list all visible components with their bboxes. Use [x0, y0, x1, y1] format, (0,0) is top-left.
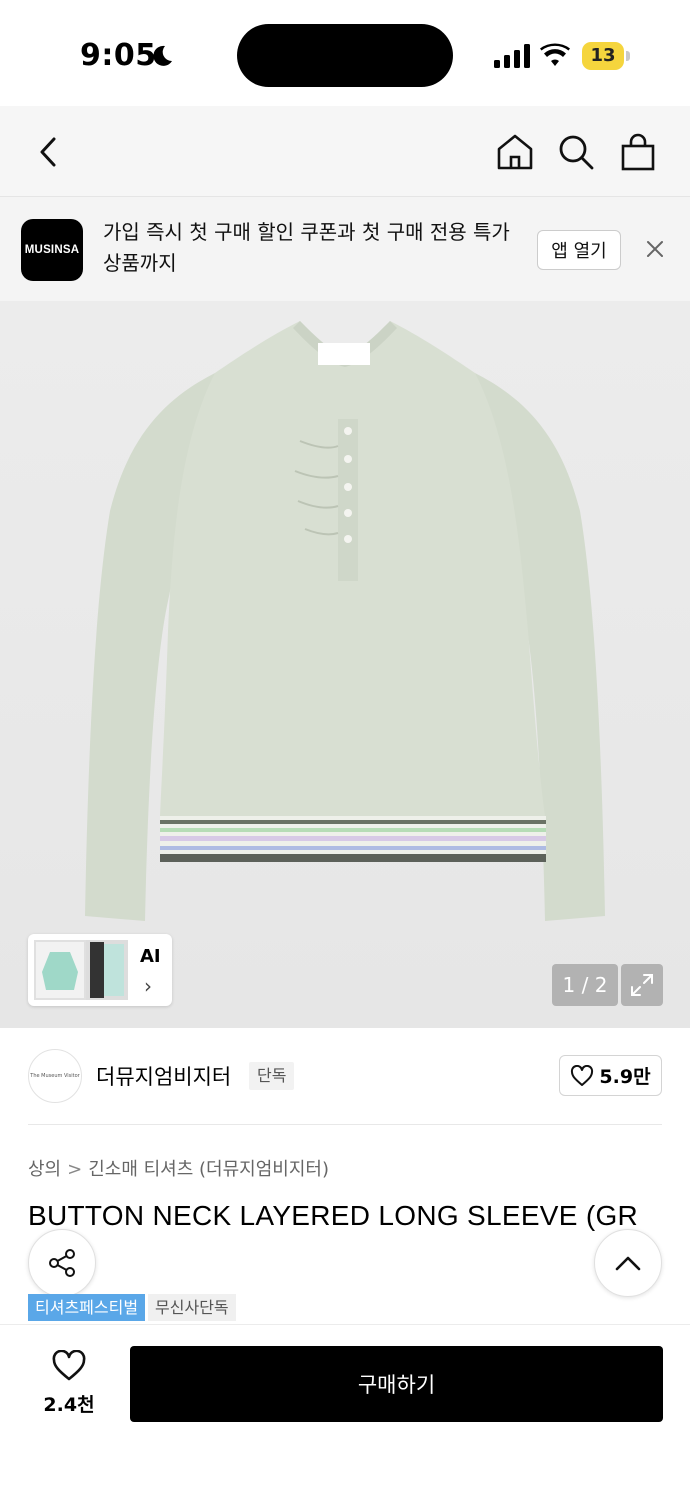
breadcrumb: 상의 > 긴소매 티셔츠 (더뮤지엄비지터) — [28, 1155, 329, 1181]
brand-like-button[interactable]: 5.9만 — [559, 1055, 662, 1096]
close-icon[interactable] — [646, 240, 664, 258]
buy-button[interactable]: 구매하기 — [130, 1346, 663, 1422]
tag-festival[interactable]: 티셔츠페스티벌 — [28, 1294, 146, 1321]
tag-exclusive[interactable]: 무신사단독 — [148, 1294, 236, 1321]
brand-name[interactable]: 더뮤지엄비지터 — [96, 1061, 231, 1091]
share-button[interactable] — [28, 1229, 96, 1297]
chevron-right-icon: › — [144, 974, 152, 998]
battery-indicator: 13 — [582, 42, 630, 70]
cart-button[interactable] — [614, 128, 662, 176]
wishlist-count: 2.4천 — [43, 1394, 95, 1416]
share-icon — [49, 1249, 75, 1277]
heart-icon — [52, 1349, 86, 1381]
scroll-top-button[interactable] — [594, 1229, 662, 1297]
wishlist-button[interactable]: 2.4천 — [40, 1349, 98, 1417]
back-button[interactable] — [24, 128, 72, 176]
ai-label: AI — [140, 946, 161, 967]
chevron-left-icon — [40, 137, 56, 167]
expand-icon — [631, 974, 653, 996]
breadcrumb-separator: > — [67, 1159, 83, 1180]
open-app-button[interactable]: 앱 열기 — [537, 230, 621, 270]
chevron-up-icon — [615, 1256, 641, 1271]
heart-icon — [571, 1064, 594, 1086]
product-image — [85, 321, 605, 921]
product-image-gallery[interactable]: AI › 1 / 2 — [0, 301, 690, 1028]
dynamic-island — [237, 24, 453, 87]
status-time: 9:05 — [80, 38, 157, 73]
image-pager: 1 / 2 — [552, 964, 618, 1006]
shopping-bag-icon — [621, 133, 655, 171]
musinsa-logo: MUSINSA — [21, 219, 83, 281]
expand-button[interactable] — [621, 964, 663, 1006]
app-install-banner: MUSINSA 가입 즉시 첫 구매 할인 쿠폰과 첫 구매 전용 특가 상품까… — [0, 197, 690, 301]
tag-list: 티셔츠페스티벌 무신사단독 — [28, 1294, 236, 1321]
breadcrumb-item[interactable]: 긴소매 티셔츠 (더뮤지엄비지터) — [88, 1159, 329, 1180]
brand-row: The Museum Visitor 더뮤지엄비지터 단독 5.9만 — [0, 1028, 690, 1125]
ai-styling-card[interactable]: AI › — [28, 934, 172, 1006]
signal-icon — [494, 44, 530, 68]
ai-thumbnail-model — [86, 940, 128, 1000]
home-icon — [497, 134, 533, 170]
home-button[interactable] — [491, 128, 539, 176]
search-icon — [559, 135, 594, 170]
purchase-bar: 2.4천 구매하기 — [0, 1324, 690, 1500]
top-navigation-bar — [0, 106, 690, 197]
battery-level: 13 — [590, 45, 616, 66]
brand-avatar[interactable]: The Museum Visitor — [28, 1049, 82, 1103]
moon-icon — [153, 45, 172, 66]
banner-message: 가입 즉시 첫 구매 할인 쿠폰과 첫 구매 전용 특가 상품까지 — [103, 220, 510, 275]
divider — [28, 1124, 662, 1125]
status-bar: 9:05 13 — [0, 0, 690, 106]
wifi-icon — [540, 43, 570, 66]
exclusive-badge: 단독 — [249, 1062, 295, 1090]
product-title: BUTTON NECK LAYERED LONG SLEEVE (GR — [28, 1200, 639, 1231]
breadcrumb-item[interactable]: 상의 — [28, 1159, 61, 1180]
search-button[interactable] — [552, 128, 600, 176]
ai-thumbnail-product — [34, 940, 86, 1000]
brand-like-count: 5.9만 — [599, 1066, 651, 1088]
